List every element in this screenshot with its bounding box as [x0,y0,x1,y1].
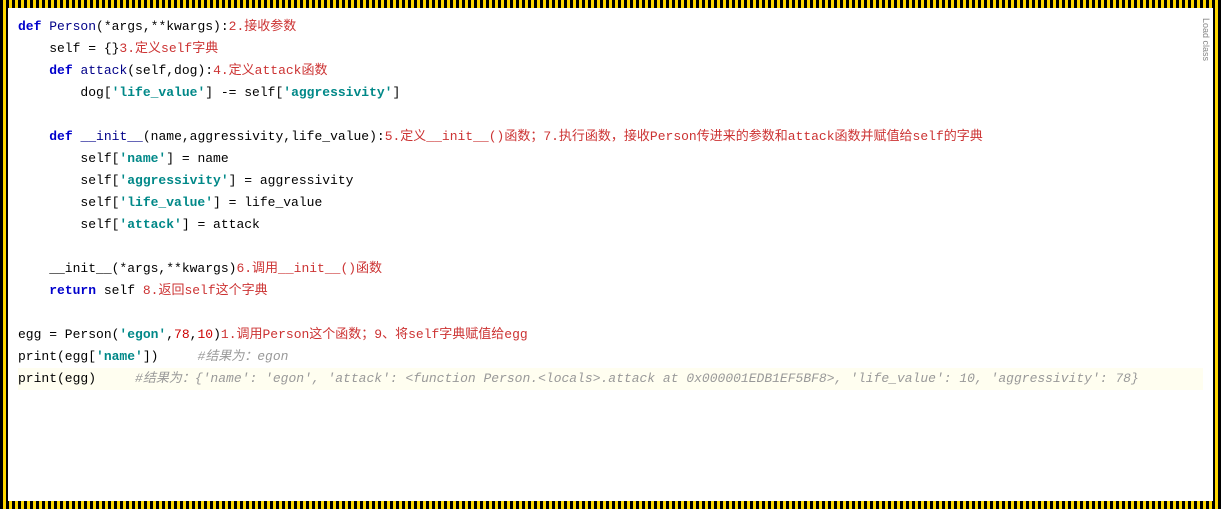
annotation: 8.返回self这个字典 [143,283,268,298]
code-text: self [96,283,143,298]
code-line: self['attack'] = attack [18,214,1203,236]
keyword-def: def [18,19,41,34]
sidebar-label: Load class [1201,18,1211,61]
code-line: self['life_value'] = life_value [18,192,1203,214]
indent [18,129,49,144]
comma: , [166,327,174,342]
annotation: 3.定义self字典 [119,41,218,56]
code-text: ] = life_value [213,195,322,210]
annotation: 2.接收参数 [229,19,297,34]
blank-line [18,104,1203,126]
string-literal: 'life_value' [119,195,213,210]
code-line: return self 8.返回self这个字典 [18,280,1203,302]
string-literal: 'egon' [119,327,166,342]
blank-line [18,236,1203,258]
code-line: def attack(self,dog):4.定义attack函数 [18,60,1203,82]
code-text: self[ [18,195,119,210]
annotation: 4.定义attack函数 [213,63,327,78]
code-line: self['name'] = name [18,148,1203,170]
code-line: self['aggressivity'] = aggressivity [18,170,1203,192]
annotation: 1.调用Person这个函数；9、将self字典赋值给egg [221,327,528,342]
code-text: self[ [18,173,119,188]
code-text: ] -= self[ [205,85,283,100]
indent [18,283,49,298]
code-editor: Load class def Person(*args,**kwargs):2.… [8,8,1213,501]
code-text: ] [392,85,400,100]
code-text: print(egg[ [18,349,96,364]
code-text: ] = attack [182,217,260,232]
string-literal: 'name' [96,349,143,364]
code-text: self = {} [18,41,119,56]
code-line: self = {}3.定义self字典 [18,38,1203,60]
string-literal: 'aggressivity' [119,173,228,188]
keyword-return: return [49,283,96,298]
code-text: (*args,**kwargs): [96,19,229,34]
code-text: ] = aggressivity [229,173,354,188]
code-text: ] = name [166,151,228,166]
code-text: egg = Person( [18,327,119,342]
number-literal: 10 [197,327,213,342]
code-text: (self,dog): [127,63,213,78]
code-text: ) [213,327,221,342]
function-name: Person [49,19,96,34]
code-line: egg = Person('egon',78,10)1.调用Person这个函数… [18,324,1203,346]
keyword-def: def [49,129,72,144]
annotation: 6.调用__init__()函数 [236,261,382,276]
function-name: attack [80,63,127,78]
string-literal: 'name' [119,151,166,166]
number-literal: 78 [174,327,190,342]
code-line: __init__(*args,**kwargs)6.调用__init__()函数 [18,258,1203,280]
code-line: dog['life_value'] -= self['aggressivity'… [18,82,1203,104]
code-line: print(egg['name']) #结果为：egon [18,346,1203,368]
code-text: self[ [18,151,119,166]
string-literal: 'aggressivity' [283,85,392,100]
indent [18,63,49,78]
code-line-highlighted: print(egg) #结果为：{'name': 'egon', 'attack… [18,368,1203,390]
keyword-def: def [49,63,72,78]
blank-line [18,302,1203,324]
comment: #结果为：{'name': 'egon', 'attack': <functio… [135,371,1139,386]
code-line: def __init__(name,aggressivity,life_valu… [18,126,1203,148]
annotation: 5.定义__init__()函数；7.执行函数，接收Person传进来的参数和a… [385,129,983,144]
code-text: ]) [143,349,198,364]
code-line: def Person(*args,**kwargs):2.接收参数 [18,16,1203,38]
function-name: __init__ [80,129,142,144]
code-text: dog[ [18,85,112,100]
code-text: self[ [18,217,119,232]
code-text: print(egg) [18,371,135,386]
code-text: __init__(*args,**kwargs) [18,261,236,276]
string-literal: 'attack' [119,217,181,232]
code-text: (name,aggressivity,life_value): [143,129,385,144]
comment: #结果为：egon [197,349,288,364]
string-literal: 'life_value' [112,85,206,100]
